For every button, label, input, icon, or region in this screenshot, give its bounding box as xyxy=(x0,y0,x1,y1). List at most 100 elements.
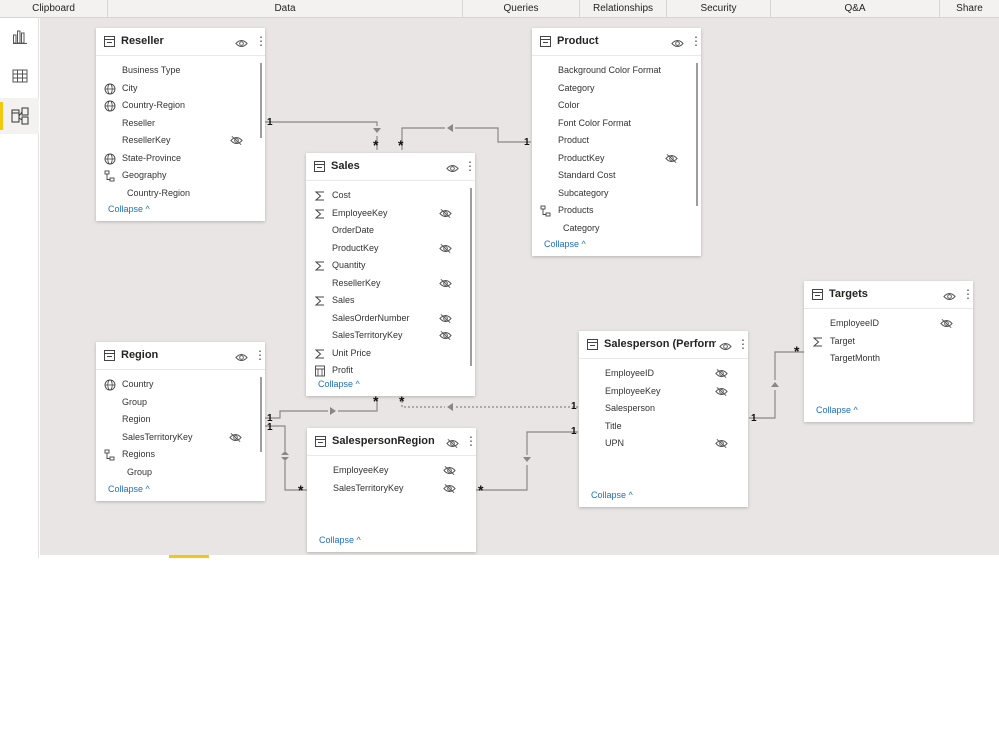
field-regions[interactable]: Regions xyxy=(96,446,253,464)
hidden-eye-icon[interactable] xyxy=(439,313,452,324)
filter-direction-left-icon[interactable] xyxy=(445,402,455,412)
field-group[interactable]: Group xyxy=(96,464,253,482)
collapse-link[interactable]: Collapse ^ xyxy=(591,490,633,500)
table-card-region[interactable]: Region ⋮ Country Group Region SalesTerritoryK… xyxy=(96,342,266,501)
visibility-eye-icon[interactable] xyxy=(943,289,956,300)
field-employeeid[interactable]: EmployeeID xyxy=(579,365,736,383)
filter-direction-both-icon[interactable] xyxy=(280,451,290,461)
field-products[interactable]: Products xyxy=(532,202,689,220)
collapse-link[interactable]: Collapse ^ xyxy=(816,405,858,415)
ribbon-group-clipboard[interactable]: Clipboard xyxy=(0,0,108,18)
table-card-reseller[interactable]: Reseller ⋮ Business Type City Country-Region… xyxy=(96,28,267,221)
field-upn[interactable]: UPN xyxy=(579,435,736,453)
field-list-scrollbar[interactable] xyxy=(259,377,262,452)
field-country[interactable]: Country xyxy=(96,376,253,394)
field-list-scrollbar[interactable] xyxy=(695,63,698,206)
more-options-icon[interactable]: ⋮ xyxy=(255,34,267,49)
ribbon-group-data[interactable]: Data xyxy=(108,0,463,18)
visibility-eye-icon[interactable] xyxy=(235,36,248,47)
hidden-eye-icon[interactable] xyxy=(715,438,728,449)
table-header[interactable]: Sales ⋮ xyxy=(306,153,476,181)
more-options-icon[interactable]: ⋮ xyxy=(465,434,477,449)
more-options-icon[interactable]: ⋮ xyxy=(962,287,974,302)
table-header[interactable]: SalespersonRegion ⋮ xyxy=(307,428,477,456)
model-view-button[interactable] xyxy=(0,98,39,134)
field-employeekey[interactable]: EmployeeKey xyxy=(306,205,463,223)
collapse-link[interactable]: Collapse ^ xyxy=(544,239,586,249)
more-options-icon[interactable]: ⋮ xyxy=(690,34,702,49)
filter-direction-down-icon[interactable] xyxy=(372,126,382,136)
field-unit-price[interactable]: Unit Price xyxy=(306,345,463,363)
field-state-province[interactable]: State-Province xyxy=(96,150,253,168)
hidden-eye-icon[interactable] xyxy=(230,135,243,146)
table-card-product[interactable]: Product ⋮ Background Color Format Category C… xyxy=(532,28,702,256)
ribbon-group-queries[interactable]: Queries xyxy=(463,0,580,18)
field-country-region[interactable]: Country-Region xyxy=(96,185,253,203)
field-region[interactable]: Region xyxy=(96,411,253,429)
field-title[interactable]: Title xyxy=(579,418,736,436)
field-orderdate[interactable]: OrderDate xyxy=(306,222,463,240)
table-card-sales[interactable]: Sales ⋮ Cost EmployeeKey OrderDate ProductKey… xyxy=(306,153,476,396)
visibility-eye-icon[interactable] xyxy=(446,161,459,172)
ribbon-group-share[interactable]: Share xyxy=(940,0,999,18)
field-productkey[interactable]: ProductKey xyxy=(532,150,689,168)
visibility-eye-icon[interactable] xyxy=(719,339,732,350)
hidden-eye-icon[interactable] xyxy=(229,432,242,443)
field-city[interactable]: City xyxy=(96,80,253,98)
collapse-link[interactable]: Collapse ^ xyxy=(108,484,150,494)
visibility-eye-icon[interactable] xyxy=(671,36,684,47)
field-geography[interactable]: Geography xyxy=(96,167,253,185)
field-salesperson[interactable]: Salesperson xyxy=(579,400,736,418)
field-sales[interactable]: Sales xyxy=(306,292,463,310)
field-group[interactable]: Group xyxy=(96,394,253,412)
field-list-scrollbar[interactable] xyxy=(259,63,262,138)
field-salesordernumber[interactable]: SalesOrderNumber xyxy=(306,310,463,328)
hidden-eye-icon[interactable] xyxy=(443,483,456,494)
collapse-link[interactable]: Collapse ^ xyxy=(318,379,360,389)
ribbon-group-relationships[interactable]: Relationships xyxy=(580,0,667,18)
table-header[interactable]: Targets ⋮ xyxy=(804,281,974,309)
field-productkey[interactable]: ProductKey xyxy=(306,240,463,258)
field-resellerkey[interactable]: ResellerKey xyxy=(96,132,253,150)
hidden-eye-icon[interactable] xyxy=(665,153,678,164)
table-header[interactable]: Product ⋮ xyxy=(532,28,702,56)
field-employeekey[interactable]: EmployeeKey xyxy=(579,383,736,401)
field-target[interactable]: Target xyxy=(804,333,961,351)
visibility-eye-icon[interactable] xyxy=(235,350,248,361)
field-subcategory[interactable]: Subcategory xyxy=(532,185,689,203)
more-options-icon[interactable]: ⋮ xyxy=(464,159,476,174)
hidden-eye-icon[interactable] xyxy=(439,278,452,289)
ribbon-group-security[interactable]: Security xyxy=(667,0,771,18)
hidden-eye-icon[interactable] xyxy=(715,386,728,397)
filter-direction-left-icon[interactable] xyxy=(445,123,455,133)
field-resellerkey[interactable]: ResellerKey xyxy=(306,275,463,293)
table-card-salesperson-region[interactable]: SalespersonRegion ⋮ EmployeeKey SalesTerrit… xyxy=(307,428,477,552)
field-salesterritorykey[interactable]: SalesTerritoryKey xyxy=(307,480,464,498)
field-product[interactable]: Product xyxy=(532,132,689,150)
hidden-eye-icon[interactable] xyxy=(940,318,953,329)
hidden-eye-icon[interactable] xyxy=(439,330,452,341)
table-header[interactable]: Reseller ⋮ xyxy=(96,28,267,56)
field-standard-cost[interactable]: Standard Cost xyxy=(532,167,689,185)
field-country-region[interactable]: Country-Region xyxy=(96,97,253,115)
more-options-icon[interactable]: ⋮ xyxy=(254,348,266,363)
collapse-link[interactable]: Collapse ^ xyxy=(108,204,150,214)
field-employeekey[interactable]: EmployeeKey xyxy=(307,462,464,480)
field-reseller[interactable]: Reseller xyxy=(96,115,253,133)
field-cost[interactable]: Cost xyxy=(306,187,463,205)
table-header[interactable]: Salesperson (Perform... ⋮ xyxy=(579,331,749,359)
hidden-eye-icon[interactable] xyxy=(446,436,459,449)
field-targetmonth[interactable]: TargetMonth xyxy=(804,350,961,368)
field-category[interactable]: Category xyxy=(532,220,689,238)
field-color[interactable]: Color xyxy=(532,97,689,115)
field-font-color-format[interactable]: Font Color Format xyxy=(532,115,689,133)
table-header[interactable]: Region ⋮ xyxy=(96,342,266,370)
filter-direction-up-icon[interactable] xyxy=(770,380,780,390)
hidden-eye-icon[interactable] xyxy=(443,465,456,476)
field-category[interactable]: Category xyxy=(532,80,689,98)
hidden-eye-icon[interactable] xyxy=(439,208,452,219)
field-list-scrollbar[interactable] xyxy=(469,188,472,366)
table-card-targets[interactable]: Targets ⋮ EmployeeID Target TargetMonth Colla… xyxy=(804,281,974,422)
report-view-button[interactable] xyxy=(0,19,39,55)
ribbon-group-qa[interactable]: Q&A xyxy=(771,0,940,18)
